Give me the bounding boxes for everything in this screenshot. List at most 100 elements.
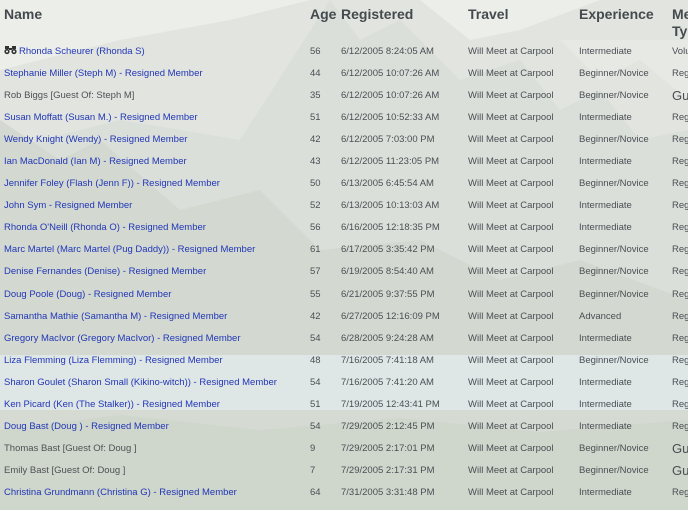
travel-cell: Will Meet at Carpool — [468, 354, 554, 366]
travel-cell: Will Meet at Carpool — [468, 45, 554, 57]
participant-name-link[interactable]: Doug Bast (Doug ) - Resigned Member — [4, 421, 169, 432]
registered-cell: 6/12/2005 10:07:26 AM — [341, 67, 440, 79]
participant-name-cell: Sharon Goulet (Sharon Small (Kikino-witc… — [0, 371, 304, 393]
participant-name-cell: Doug Poole (Doug) - Resigned Member — [0, 283, 304, 305]
participant-name-link[interactable]: Wendy Knight (Wendy) - Resigned Member — [4, 134, 187, 145]
participant-name-link[interactable]: Gregory MacIvor (Gregory MacIvor) - Resi… — [4, 333, 241, 344]
table-row: Thomas Bast [Guest Of: Doug ] 9 7/29/2005 … — [0, 438, 688, 460]
registered-cell: 6/28/2005 9:24:28 AM — [341, 332, 434, 344]
experience-cell: Beginner/Novice — [579, 266, 649, 278]
experience-cell: Beginner/Novice — [579, 443, 649, 455]
experience-cell: Beginner/Novice — [579, 288, 649, 300]
participant-name-link[interactable]: Susan Moffatt (Susan M.) - Resigned Memb… — [4, 112, 198, 123]
participant-name-link[interactable]: Ian MacDonald (Ian M) - Resigned Member — [4, 156, 187, 167]
travel-cell: Will Meet at Carpool — [468, 443, 554, 455]
participants-table: Name Age Registered Travel Experience Me… — [0, 0, 688, 504]
table-row: Marc Martel (Marc Martel (Pug Daddy)) - … — [0, 239, 688, 261]
experience-cell: Intermediate — [579, 111, 632, 123]
participant-name-link[interactable]: Marc Martel (Marc Martel (Pug Daddy)) - … — [4, 244, 255, 255]
member-type-cell: Regular — [672, 487, 688, 499]
participant-name-link[interactable]: John Sym - Resigned Member — [4, 200, 132, 211]
travel-cell: Will Meet at Carpool — [468, 266, 554, 278]
age-cell: 54 — [310, 332, 321, 344]
participant-name-cell: Jennifer Foley (Flash (Jenn F)) - Resign… — [0, 173, 304, 195]
member-type-cell: Regular — [672, 244, 688, 256]
column-header-registered[interactable]: Registered — [338, 0, 464, 40]
travel-cell: Will Meet at Carpool — [468, 288, 554, 300]
experience-cell: Beginner/Novice — [579, 465, 649, 477]
column-header-name[interactable]: Name — [0, 0, 304, 40]
guest-name: Emily Bast [Guest Of: Doug ] — [4, 465, 126, 477]
participant-name-link[interactable]: Christina Grundmann (Christina G) - Resi… — [4, 487, 237, 498]
participant-name-link[interactable]: Rhonda O'Neill (Rhonda O) - Resigned Mem… — [4, 222, 206, 233]
travel-cell: Will Meet at Carpool — [468, 332, 554, 344]
experience-cell: Advanced — [579, 310, 622, 322]
registered-cell: 6/12/2005 11:23:05 PM — [341, 156, 440, 168]
registered-cell: 6/19/2005 8:54:40 AM — [341, 266, 434, 278]
travel-cell: Will Meet at Carpool — [468, 244, 554, 256]
participant-name-link[interactable]: Liza Flemming (Liza Flemming) - Resigned… — [4, 355, 223, 366]
member-type-cell: Regular — [672, 266, 688, 278]
age-cell: 48 — [310, 354, 321, 366]
travel-cell: Will Meet at Carpool — [468, 67, 554, 79]
experience-cell: Intermediate — [579, 45, 632, 57]
experience-cell: Intermediate — [579, 421, 632, 433]
member-type-cell: Regular — [672, 67, 688, 79]
participant-name-link[interactable]: Stephanie Miller (Steph M) - Resigned Me… — [4, 68, 203, 79]
guest-name: Rob Biggs [Guest Of: Steph M] — [4, 89, 135, 101]
travel-cell: Will Meet at Carpool — [468, 111, 554, 123]
travel-cell: Will Meet at Carpool — [468, 421, 554, 433]
age-cell: 61 — [310, 244, 321, 256]
binoculars-icon — [4, 46, 17, 55]
registered-cell: 6/12/2005 10:52:33 AM — [341, 111, 440, 123]
age-cell: 9 — [310, 443, 316, 455]
travel-cell: Will Meet at Carpool — [468, 178, 554, 190]
member-type-cell: Regular — [672, 332, 688, 344]
registered-cell: 7/29/2005 2:17:01 PM — [341, 443, 435, 455]
column-header-age[interactable]: Age — [304, 0, 338, 40]
table-header-row: Name Age Registered Travel Experience Me… — [0, 0, 688, 40]
participant-name-cell: Ian MacDonald (Ian M) - Resigned Member — [0, 150, 304, 172]
experience-cell: Beginner/Novice — [579, 178, 649, 190]
experience-cell: Intermediate — [579, 376, 632, 388]
participant-name-link[interactable]: Ken Picard (Ken (The Stalker)) - Resigne… — [4, 399, 220, 410]
participant-name-cell: John Sym - Resigned Member — [0, 195, 304, 217]
participant-name-link[interactable]: Denise Fernandes (Denise) - Resigned Mem… — [4, 266, 206, 277]
column-header-travel[interactable]: Travel — [464, 0, 575, 40]
travel-cell: Will Meet at Carpool — [468, 200, 554, 212]
table-row: Rhonda Scheurer (Rhonda S) 56 6/12/2005 8:… — [0, 40, 688, 62]
participant-name-link[interactable]: Sharon Goulet (Sharon Small (Kikino-witc… — [4, 377, 277, 388]
age-cell: 51 — [310, 399, 321, 411]
member-type-cell: Regular — [672, 421, 688, 433]
registered-cell: 6/12/2005 8:24:05 AM — [341, 45, 434, 57]
participant-name-cell: Liza Flemming (Liza Flemming) - Resigned… — [0, 349, 304, 371]
registered-cell: 6/12/2005 10:07:26 AM — [341, 89, 440, 101]
experience-cell: Beginner/Novice — [579, 89, 649, 101]
participant-name-link[interactable]: Jennifer Foley (Flash (Jenn F)) - Resign… — [4, 178, 220, 189]
table-row: Doug Bast (Doug ) - Resigned Member 54 7/2… — [0, 416, 688, 438]
table-row: John Sym - Resigned Member 52 6/13/2005 10… — [0, 195, 688, 217]
column-header-experience[interactable]: Experience — [575, 0, 668, 40]
table-row: Wendy Knight (Wendy) - Resigned Member 42… — [0, 128, 688, 150]
table-row: Sharon Goulet (Sharon Small (Kikino-witc… — [0, 371, 688, 393]
experience-cell: Beginner/Novice — [579, 244, 649, 256]
table-row: Jennifer Foley (Flash (Jenn F)) - Resign… — [0, 173, 688, 195]
participant-name-link[interactable]: Rhonda Scheurer (Rhonda S) — [19, 46, 145, 57]
participant-name-link[interactable]: Samantha Mathie (Samantha M) - Resigned … — [4, 311, 227, 322]
experience-cell: Intermediate — [579, 332, 632, 344]
travel-cell: Will Meet at Carpool — [468, 310, 554, 322]
experience-cell: Beginner/Novice — [579, 133, 649, 145]
column-header-member-type[interactable]: Member Type — [668, 0, 688, 40]
travel-cell: Will Meet at Carpool — [468, 133, 554, 145]
participant-name-cell: Samantha Mathie (Samantha M) - Resigned … — [0, 305, 304, 327]
age-cell: 64 — [310, 487, 321, 499]
member-type-cell: Regular — [672, 354, 688, 366]
participant-name-cell: Rhonda O'Neill (Rhonda O) - Resigned Mem… — [0, 217, 304, 239]
participant-name-cell: Marc Martel (Marc Martel (Pug Daddy)) - … — [0, 239, 304, 261]
participant-name-link[interactable]: Doug Poole (Doug) - Resigned Member — [4, 289, 171, 300]
experience-cell: Beginner/Novice — [579, 67, 649, 79]
participant-name-cell: Ken Picard (Ken (The Stalker)) - Resigne… — [0, 394, 304, 416]
registered-cell: 6/17/2005 3:35:42 PM — [341, 244, 435, 256]
member-type-cell: Regular — [672, 156, 688, 168]
participant-name-cell: Doug Bast (Doug ) - Resigned Member — [0, 416, 304, 438]
